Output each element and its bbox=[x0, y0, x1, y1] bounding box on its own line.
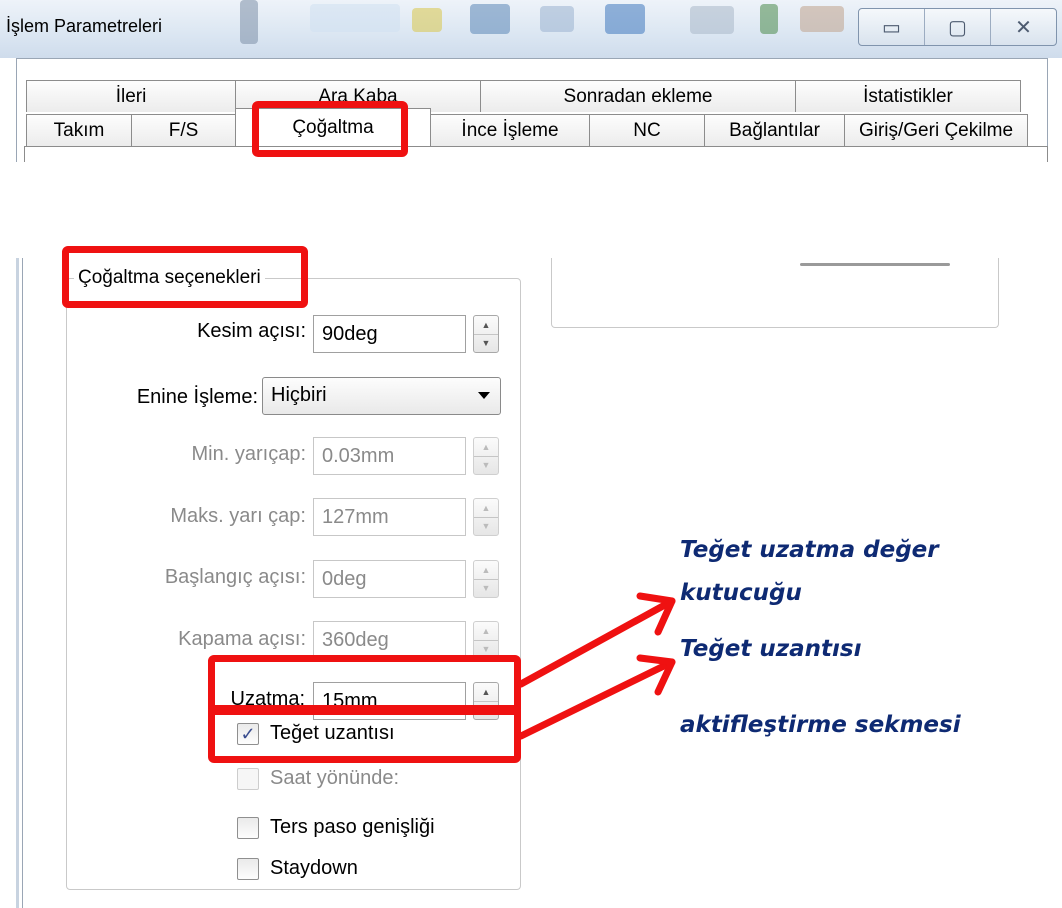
note-1-line-2: kutucuğu bbox=[680, 580, 802, 606]
note-1-line-1: Teğet uzatma değer bbox=[680, 537, 939, 563]
annotation-arrows bbox=[517, 592, 676, 740]
note-2-line-2: aktifleştirme sekmesi bbox=[680, 712, 961, 738]
note-2-line-1: Teğet uzantısı bbox=[680, 636, 862, 662]
